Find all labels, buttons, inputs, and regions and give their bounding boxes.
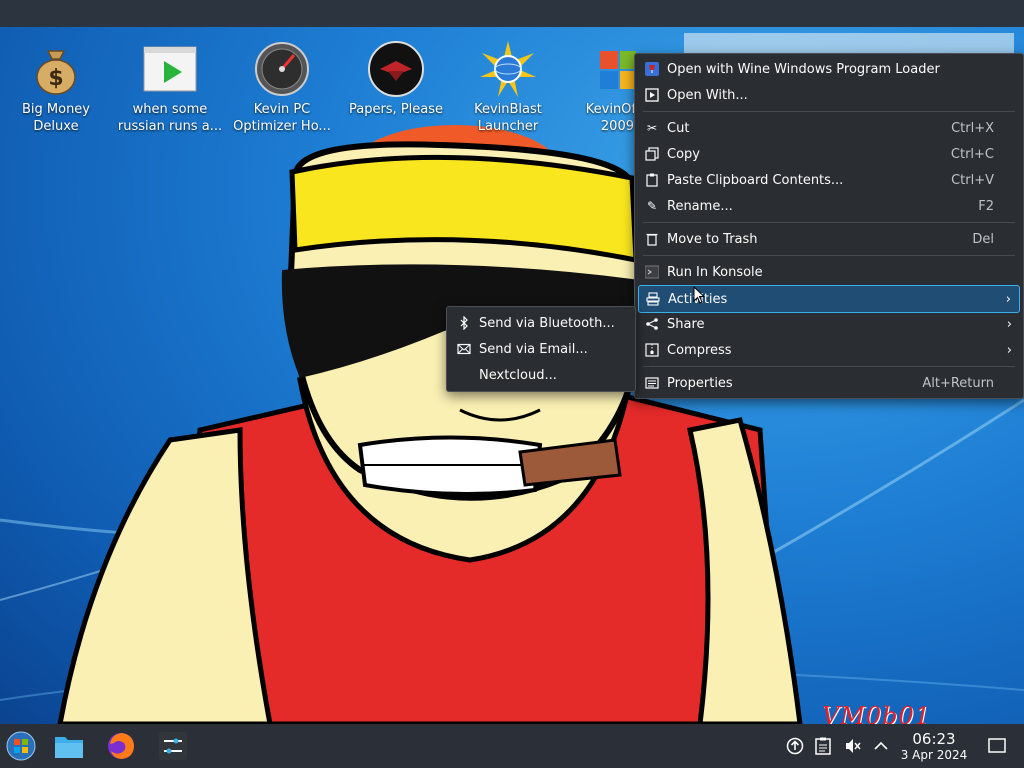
file-manager-button[interactable] [54, 731, 84, 761]
context-menu: Open with Wine Windows Program Loader Op… [634, 53, 1024, 399]
open-with-icon [645, 88, 659, 102]
menu-item-open-with-wine[interactable]: Open with Wine Windows Program Loader [638, 56, 1020, 82]
firefox-icon [108, 733, 134, 759]
menu-separator [643, 366, 1015, 367]
folder-icon [55, 737, 83, 758]
compress-icon [645, 343, 659, 357]
share-submenu: Send via Bluetooth... Send via Email... … [446, 306, 636, 392]
menu-item-copy[interactable]: Copy Ctrl+C [638, 141, 1020, 167]
desktop-icon-russian-video[interactable]: when some russian runs a... [114, 31, 226, 135]
activities-icon [646, 292, 660, 306]
volume-muted-icon [846, 739, 861, 753]
volume-button[interactable] [838, 731, 868, 761]
video-player-icon [142, 41, 198, 97]
desktop-icon-kevinoffice[interactable]: KevinOf 2009 [566, 31, 636, 135]
menu-separator [643, 111, 1015, 112]
sliders-icon [159, 732, 187, 760]
chevron-right-icon: › [1006, 342, 1012, 358]
desktop-icon [988, 738, 1006, 753]
clipboard-icon [815, 737, 831, 755]
clock-time: 06:23 [912, 730, 956, 748]
tray-expand-button[interactable] [866, 731, 896, 761]
menu-item-rename[interactable]: ✎ Rename... F2 [638, 193, 1020, 219]
share-icon [645, 317, 659, 331]
desktop-icon-big-money[interactable]: $ Big Money Deluxe [0, 31, 112, 135]
update-notifier-button[interactable] [780, 731, 810, 761]
menu-separator [643, 255, 1015, 256]
pencil-icon: ✎ [646, 199, 658, 213]
money-bag-icon: $ [28, 41, 84, 97]
desktop-icon-papers-please[interactable]: Papers, Please [340, 31, 452, 118]
menu-item-share[interactable]: Share › [638, 311, 1020, 337]
chevron-right-icon: › [1006, 316, 1012, 332]
submenu-item-email[interactable]: Send via Email... [450, 336, 632, 362]
bluetooth-icon [457, 316, 471, 330]
menu-separator [643, 222, 1015, 223]
menu-item-open-with[interactable]: Open With... [638, 82, 1020, 108]
settings-button[interactable] [158, 731, 188, 761]
properties-icon [645, 376, 659, 390]
show-desktop-button[interactable] [982, 731, 1012, 761]
gauge-icon [254, 41, 310, 97]
desktop-icon-kevin-pc-optimizer[interactable]: Kevin PC Optimizer Ho... [226, 31, 338, 135]
mouse-cursor [693, 286, 706, 304]
svg-text:$: $ [48, 66, 63, 91]
copy-icon [645, 147, 659, 161]
clock-date: 3 Apr 2024 [900, 748, 968, 762]
submenu-item-nextcloud[interactable]: Nextcloud... [450, 362, 632, 388]
menu-item-cut[interactable]: ✂ Cut Ctrl+X [638, 115, 1020, 141]
office-icon [596, 41, 636, 97]
wine-icon [645, 62, 659, 76]
eagle-emblem-icon [368, 41, 424, 97]
email-icon [457, 342, 471, 356]
top-panel [0, 0, 1024, 27]
windows-orb-icon [6, 731, 36, 761]
menu-item-run-in-konsole[interactable]: Run In Konsole [638, 259, 1020, 285]
start-menu-button[interactable] [6, 731, 36, 761]
chevron-right-icon: › [1005, 291, 1011, 307]
menu-item-move-to-trash[interactable]: Move to Trash Del [638, 226, 1020, 252]
clipboard-button[interactable] [808, 731, 838, 761]
firefox-button[interactable] [106, 731, 136, 761]
clock[interactable]: 06:23 3 Apr 2024 [896, 730, 972, 763]
menu-item-properties[interactable]: Properties Alt+Return [638, 370, 1020, 396]
paste-icon [645, 173, 659, 187]
desktop-icon-kevinblast-launcher[interactable]: KevinBlast Launcher [452, 31, 564, 135]
chevron-up-icon [874, 741, 888, 750]
scissors-icon: ✂ [646, 121, 658, 135]
update-arrow-icon [786, 737, 804, 755]
trash-icon [645, 232, 659, 246]
menu-item-compress[interactable]: Compress › [638, 337, 1020, 363]
submenu-item-bluetooth[interactable]: Send via Bluetooth... [450, 310, 632, 336]
terminal-icon [645, 265, 659, 279]
menu-item-paste[interactable]: Paste Clipboard Contents... Ctrl+V [638, 167, 1020, 193]
taskbar [0, 724, 1024, 768]
globe-burst-icon [480, 41, 536, 97]
